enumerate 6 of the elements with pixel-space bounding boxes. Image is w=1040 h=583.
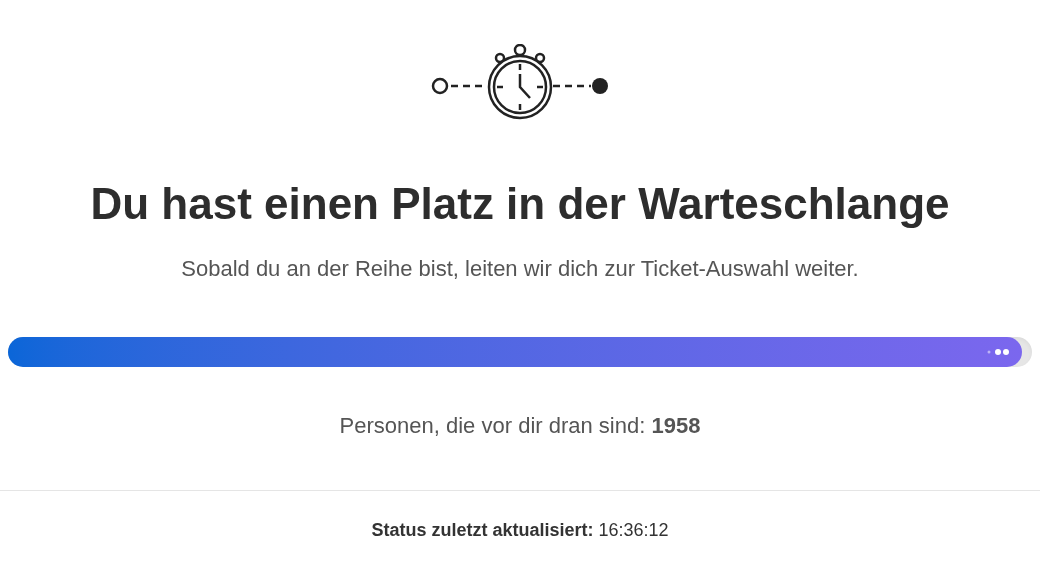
status-updated: Status zuletzt aktualisiert: 16:36:12	[371, 519, 669, 542]
loading-dots-icon	[985, 348, 1010, 356]
queue-count: Personen, die vor dir dran sind: 1958	[339, 412, 701, 440]
queue-subtitle: Sobald du an der Reihe bist, leiten wir dich zur Ticket-Auswahl weiter.	[181, 255, 859, 283]
stopwatch-timeline-icon	[431, 44, 609, 120]
queue-heading: Du hast einen Platz in der Warteschlange	[90, 182, 950, 226]
